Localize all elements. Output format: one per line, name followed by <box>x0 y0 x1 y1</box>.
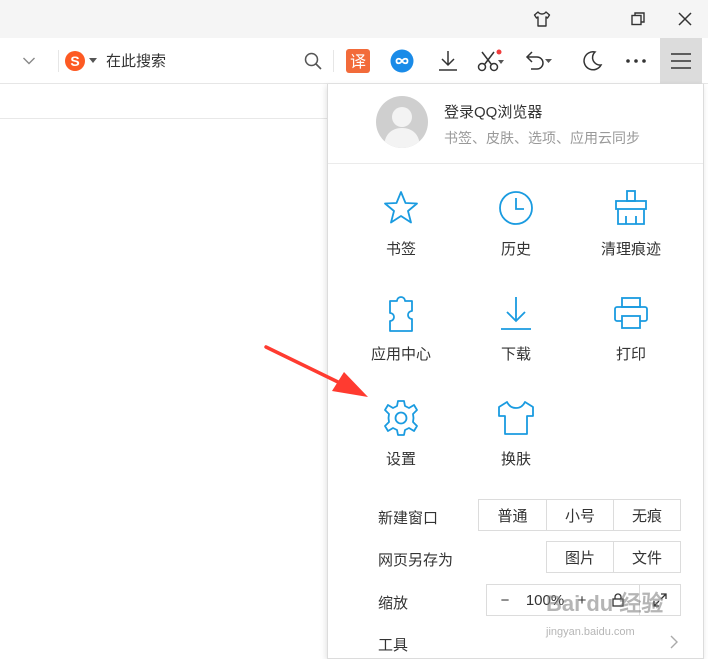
new-window-options: 普通 小号 无痕 <box>478 499 681 531</box>
night-mode-button[interactable] <box>578 47 606 75</box>
menu-item-app-center[interactable]: 应用中心 <box>346 291 456 381</box>
menu-item-clear-traces[interactable]: 清理痕迹 <box>576 186 686 276</box>
new-window-row: 新建窗口 普通 小号 无痕 <box>328 499 703 533</box>
menu-item-label: 书签 <box>385 241 416 258</box>
printer-icon <box>614 297 648 329</box>
save-as-label: 网页另存为 <box>378 552 454 569</box>
menu-item-skin[interactable]: 换肤 <box>461 396 571 486</box>
address-dropdown[interactable] <box>14 38 44 84</box>
download-icon <box>501 297 531 330</box>
tshirt-icon <box>533 11 551 27</box>
more-icon <box>626 59 646 63</box>
menu-item-label: 换肤 <box>500 451 531 468</box>
address-separator <box>58 50 59 72</box>
download-button[interactable] <box>434 47 462 75</box>
main-menu-button[interactable] <box>660 38 702 84</box>
menu-item-bookmarks[interactable]: 书签 <box>346 186 456 276</box>
search-icon[interactable] <box>303 51 323 71</box>
skin-button[interactable] <box>522 4 562 34</box>
restore-button[interactable] <box>618 4 658 34</box>
default-avatar-icon <box>384 107 420 148</box>
undo-icon <box>525 51 552 70</box>
save-as-file-button[interactable]: 文件 <box>613 542 680 572</box>
menu-item-label: 清理痕迹 <box>600 241 661 258</box>
watermark: Bai du 经验 jingyan.baidu.com <box>546 586 696 646</box>
translate-button[interactable]: 译 <box>344 47 372 75</box>
close-button[interactable] <box>665 4 705 34</box>
new-window-small-button[interactable]: 小号 <box>546 500 613 530</box>
toolbar-separator <box>333 50 334 72</box>
undo-button[interactable] <box>524 47 552 75</box>
menu-item-label: 应用中心 <box>370 346 431 363</box>
menu-item-label: 打印 <box>615 346 646 363</box>
scissors-icon <box>477 49 504 72</box>
zoom-out-button[interactable]: − <box>487 585 523 615</box>
avatar[interactable] <box>376 96 428 148</box>
main-menu-panel: 登录QQ浏览器 书签、皮肤、选项、应用云同步 书签 历史 清理痕迹 应用中心 下… <box>327 84 704 659</box>
login-title[interactable]: 登录QQ浏览器 <box>444 101 542 122</box>
download-icon <box>439 51 457 71</box>
close-icon <box>678 12 692 26</box>
menu-icon <box>671 53 691 69</box>
translate-icon: 译 <box>346 49 370 73</box>
save-as-options: 图片 文件 <box>546 541 681 573</box>
zoom-label: 缩放 <box>378 595 409 612</box>
menu-item-download[interactable]: 下载 <box>461 291 571 381</box>
menu-item-label: 历史 <box>500 241 531 258</box>
new-window-private-button[interactable]: 无痕 <box>613 500 680 530</box>
puzzle-icon <box>389 296 413 332</box>
svg-text:译: 译 <box>350 52 366 71</box>
sogou-logo-icon[interactable]: S <box>64 50 88 72</box>
link-icon <box>390 49 414 73</box>
title-bar <box>0 0 708 38</box>
star-icon <box>384 191 418 224</box>
menu-item-label: 下载 <box>500 346 531 363</box>
clock-icon <box>499 191 533 225</box>
menu-item-history[interactable]: 历史 <box>461 186 571 276</box>
screenshot-button[interactable] <box>476 47 504 75</box>
svg-text:S: S <box>70 53 79 69</box>
menu-item-print[interactable]: 打印 <box>576 291 686 381</box>
toolbar: S 译 <box>0 38 708 84</box>
engine-caret-icon[interactable] <box>89 58 97 64</box>
search-input[interactable] <box>106 50 296 72</box>
menu-item-label: 设置 <box>385 451 416 468</box>
broom-icon <box>615 190 647 225</box>
login-subtitle: 书签、皮肤、选项、应用云同步 <box>444 130 640 146</box>
link-button[interactable] <box>388 47 416 75</box>
save-as-row: 网页另存为 图片 文件 <box>328 541 703 575</box>
gear-icon <box>384 400 418 436</box>
restore-icon <box>631 12 645 26</box>
login-section[interactable]: 登录QQ浏览器 书签、皮肤、选项、应用云同步 <box>328 84 703 164</box>
menu-item-settings[interactable]: 设置 <box>346 396 456 486</box>
new-window-label: 新建窗口 <box>378 510 439 527</box>
watermark-main: Bai du 经验 <box>546 591 664 616</box>
watermark-url: jingyan.baidu.com <box>546 626 635 638</box>
new-window-normal-button[interactable]: 普通 <box>479 500 546 530</box>
tab-divider <box>0 118 328 119</box>
save-as-image-button[interactable]: 图片 <box>547 542 613 572</box>
chevron-down-icon <box>23 57 35 65</box>
tshirt-icon <box>498 401 534 435</box>
tools-label: 工具 <box>378 637 409 654</box>
more-button[interactable] <box>622 47 650 75</box>
moon-icon <box>583 51 603 71</box>
